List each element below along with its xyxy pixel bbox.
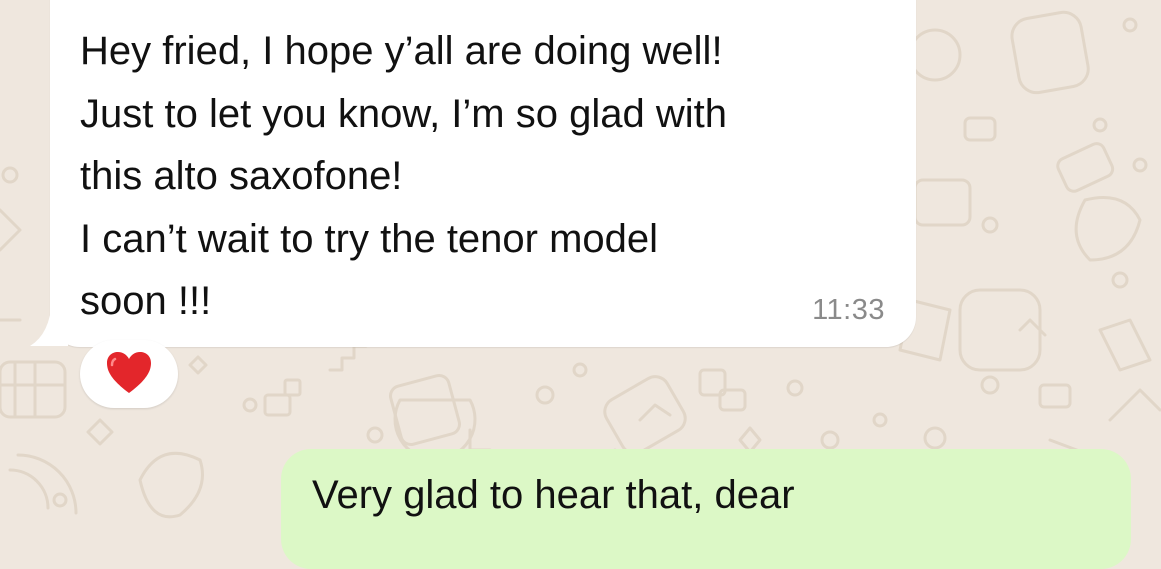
bubble-tail-icon <box>30 300 68 346</box>
message-timestamp: 11:33 <box>812 294 885 326</box>
outgoing-message-text: Very glad to hear that, dear <box>312 473 795 517</box>
incoming-message-bubble[interactable]: Hey fried, I hope y’all are doing well! … <box>50 0 916 347</box>
incoming-message-text: Hey fried, I hope y’all are doing well! … <box>80 29 727 323</box>
message-reaction[interactable] <box>80 340 178 408</box>
outgoing-message-bubble[interactable]: Very glad to hear that, dear <box>281 449 1131 569</box>
heart-icon <box>107 352 151 393</box>
